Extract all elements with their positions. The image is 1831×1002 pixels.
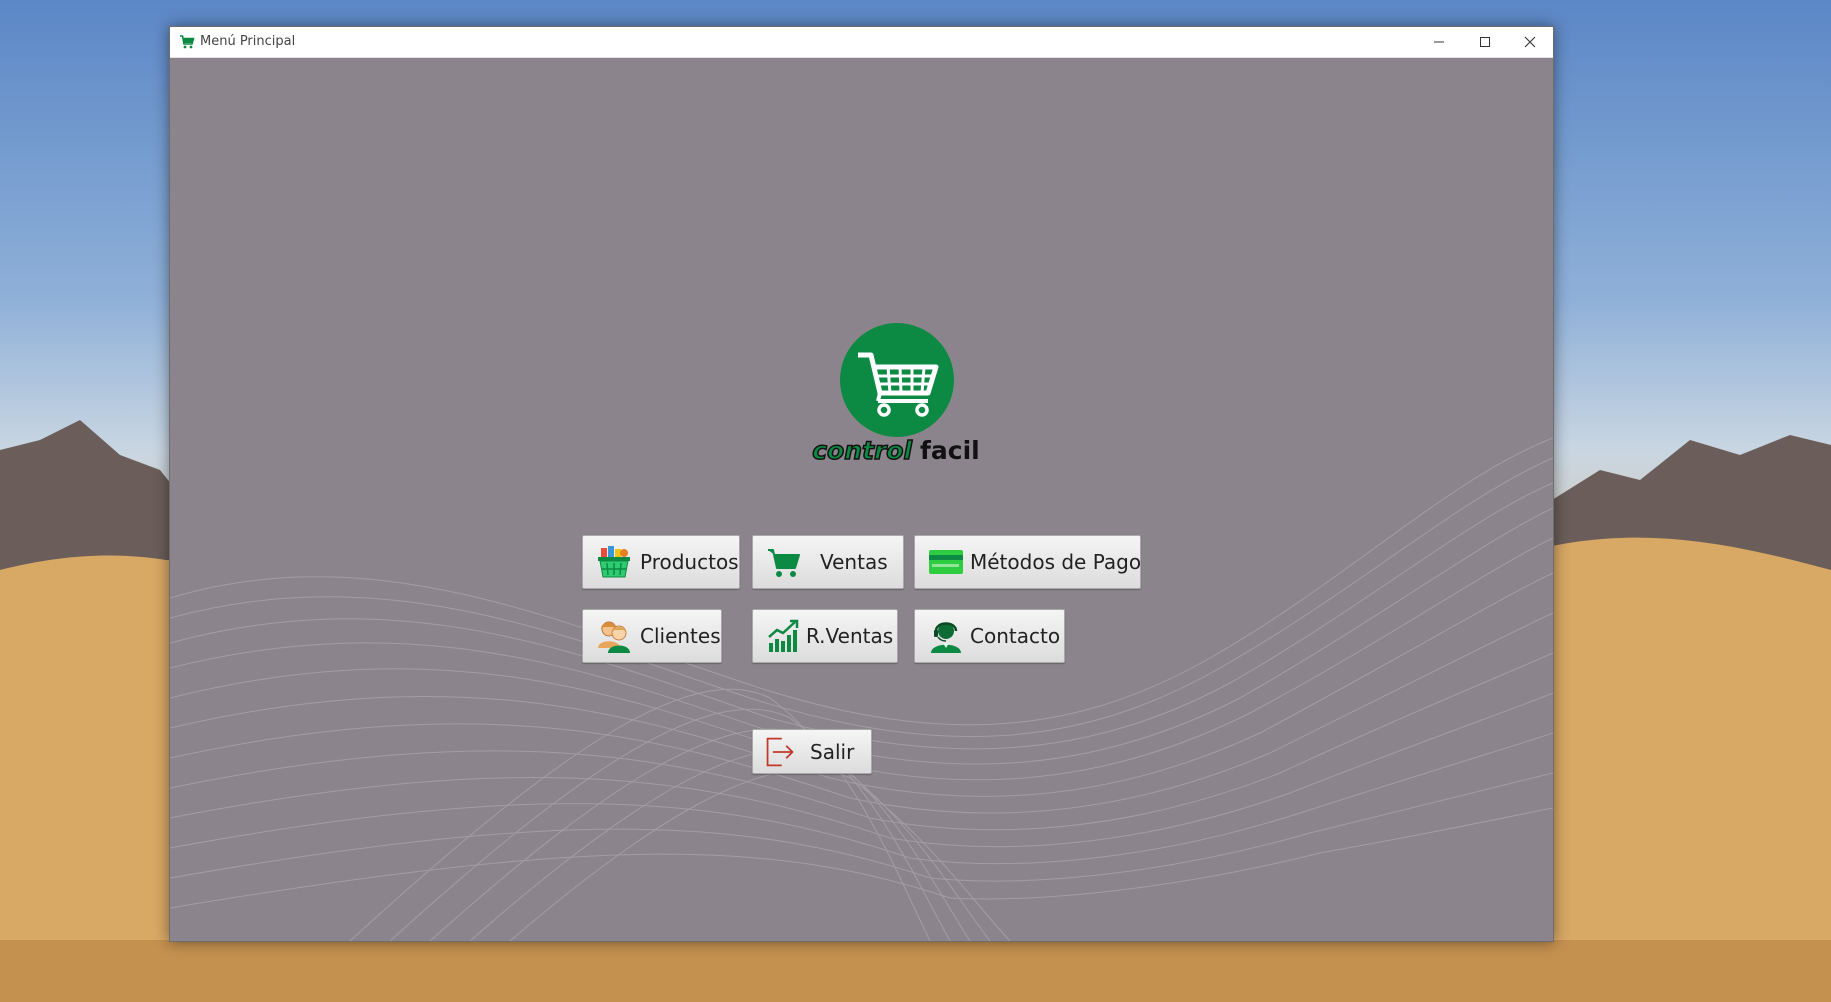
rventas-label: R.Ventas bbox=[806, 624, 894, 648]
logo-word-facil: facil bbox=[920, 436, 980, 465]
salir-label: Salir bbox=[810, 739, 855, 764]
minimize-button[interactable] bbox=[1416, 27, 1462, 57]
credit-card-icon bbox=[929, 550, 963, 574]
metodos-pago-label: Métodos de Pago bbox=[970, 550, 1142, 574]
productos-button[interactable]: Productos bbox=[582, 535, 740, 589]
maximize-icon bbox=[1480, 37, 1490, 47]
metodos-pago-button[interactable]: Métodos de Pago bbox=[914, 535, 1141, 589]
control-facil-logo: control facil bbox=[804, 323, 988, 498]
rventas-button[interactable]: R.Ventas bbox=[752, 609, 898, 663]
sales-chart-icon bbox=[768, 619, 799, 652]
clientes-label: Clientes bbox=[640, 624, 721, 648]
logo-wordmark: control facil bbox=[804, 435, 988, 466]
wave-background bbox=[170, 437, 1553, 941]
ventas-button[interactable]: Ventas bbox=[752, 535, 904, 589]
users-icon bbox=[598, 621, 630, 653]
shopping-cart-icon bbox=[180, 35, 195, 49]
ventas-label: Ventas bbox=[820, 550, 888, 574]
contacto-label: Contacto bbox=[970, 624, 1061, 648]
minimize-icon bbox=[1434, 41, 1444, 43]
close-icon bbox=[1524, 36, 1536, 48]
clientes-button[interactable]: Clientes bbox=[582, 609, 722, 663]
logo-circle bbox=[840, 323, 954, 437]
shopping-cart-icon bbox=[858, 352, 939, 417]
logo-word-control: control bbox=[811, 435, 913, 466]
main-content: control facil Productos Ventas Métodos d… bbox=[170, 58, 1553, 941]
title-bar: Menú Principal bbox=[170, 27, 1553, 58]
salir-button[interactable]: Salir bbox=[752, 729, 872, 774]
exit-icon bbox=[766, 737, 794, 766]
shopping-cart-icon bbox=[768, 549, 800, 577]
productos-label: Productos bbox=[640, 550, 739, 574]
support-agent-icon bbox=[931, 622, 961, 653]
window-title: Menú Principal bbox=[200, 34, 296, 49]
contacto-button[interactable]: Contacto bbox=[914, 609, 1065, 663]
maximize-button[interactable] bbox=[1462, 27, 1508, 57]
close-button[interactable] bbox=[1507, 27, 1553, 57]
grocery-basket-icon bbox=[598, 546, 630, 578]
main-menu-window: Menú Principal control facil Productos V… bbox=[169, 26, 1554, 942]
